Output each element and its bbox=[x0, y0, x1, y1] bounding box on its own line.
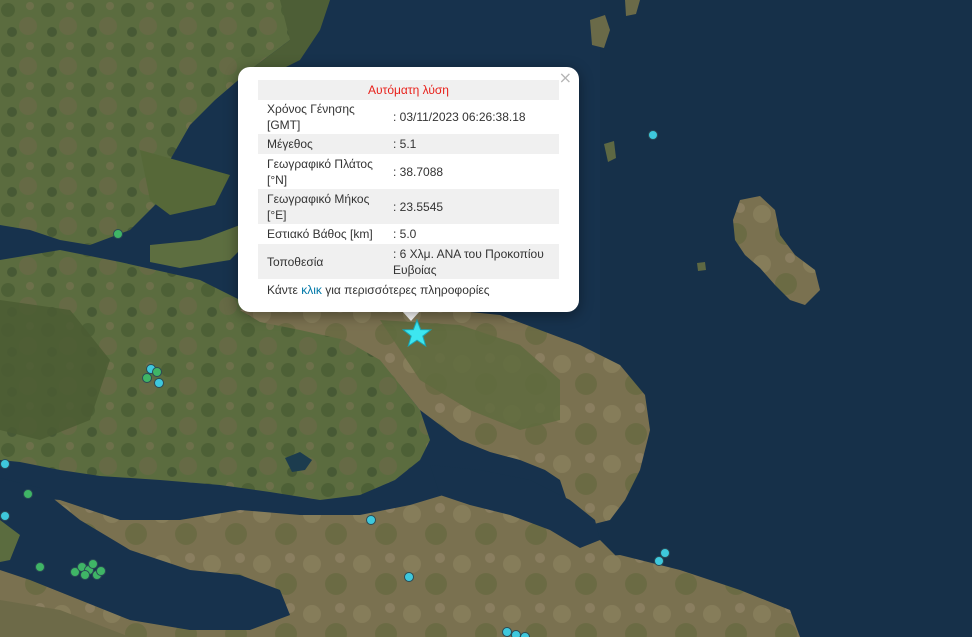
earthquake-marker[interactable] bbox=[0, 511, 10, 521]
close-icon[interactable]: × bbox=[559, 70, 572, 86]
info-value: : 5.1 bbox=[393, 137, 417, 151]
popup-tip bbox=[402, 311, 420, 321]
info-label: Εστιακό Βάθος [km] bbox=[267, 227, 373, 241]
info-row-longitude: Γεωγραφικό Μήκος [°E] : 23.5545 bbox=[258, 189, 559, 224]
earthquake-marker[interactable] bbox=[113, 229, 123, 239]
info-row-origin-time: Χρόνος Γένησης [GMT] : 03/11/2023 06:26:… bbox=[258, 100, 559, 134]
info-value: : 5.0 bbox=[393, 227, 417, 241]
info-value: : 6 Χλμ. ΑΝΑ του Προκοπίου Ευβοίας bbox=[393, 246, 544, 277]
info-value: : 03/11/2023 06:26:38.18 bbox=[393, 110, 526, 124]
earthquake-info-popup: × Αυτόματη λύση Χρόνος Γένησης [GMT] : 0… bbox=[238, 67, 579, 312]
popup-content: Αυτόματη λύση Χρόνος Γένησης [GMT] : 03/… bbox=[258, 80, 559, 297]
earthquake-marker[interactable] bbox=[520, 632, 530, 637]
earthquake-marker[interactable] bbox=[96, 566, 106, 576]
info-label: Γεωγραφικό Μήκος [°E] bbox=[267, 191, 370, 222]
info-value: : 38.7088 bbox=[393, 164, 444, 179]
earthquake-info-table: Χρόνος Γένησης [GMT] : 03/11/2023 06:26:… bbox=[258, 100, 559, 279]
more-info-text: Κάντε κλικ για περισσότερες πληροφορίες bbox=[258, 279, 559, 297]
info-label: Γεωγραφικό Πλάτος [°N] bbox=[267, 156, 373, 187]
more-info-suffix: για περισσότερες πληροφορίες bbox=[321, 283, 490, 297]
earthquake-marker[interactable] bbox=[648, 130, 658, 140]
earthquake-marker[interactable] bbox=[23, 489, 33, 499]
solution-type-header: Αυτόματη λύση bbox=[258, 80, 559, 100]
more-info-link[interactable]: κλικ bbox=[301, 283, 322, 297]
earthquake-marker[interactable] bbox=[404, 572, 414, 582]
earthquake-marker[interactable] bbox=[80, 570, 90, 580]
earthquake-marker[interactable] bbox=[154, 378, 164, 388]
earthquake-marker[interactable] bbox=[0, 459, 10, 469]
earthquake-marker[interactable] bbox=[35, 562, 45, 572]
earthquake-marker[interactable] bbox=[152, 367, 162, 377]
info-row-location: Τοποθεσία : 6 Χλμ. ΑΝΑ του Προκοπίου Ευβ… bbox=[258, 244, 559, 279]
info-row-latitude: Γεωγραφικό Πλάτος [°N] : 38.7088 bbox=[258, 154, 559, 189]
earthquake-marker[interactable] bbox=[654, 556, 664, 566]
star-icon[interactable] bbox=[402, 319, 432, 349]
info-row-magnitude: Μέγεθος : 5.1 bbox=[258, 134, 559, 154]
info-label: Χρόνος Γένησης [GMT] bbox=[267, 102, 355, 132]
earthquake-marker[interactable] bbox=[142, 373, 152, 383]
info-label: Τοποθεσία bbox=[267, 254, 324, 269]
info-value: : 23.5545 bbox=[393, 199, 444, 214]
info-row-depth: Εστιακό Βάθος [km] : 5.0 bbox=[258, 224, 559, 244]
map-view[interactable]: × Αυτόματη λύση Χρόνος Γένησης [GMT] : 0… bbox=[0, 0, 972, 637]
earthquake-marker[interactable] bbox=[366, 515, 376, 525]
more-info-prefix: Κάντε bbox=[267, 283, 302, 297]
info-label: Μέγεθος bbox=[267, 137, 313, 151]
